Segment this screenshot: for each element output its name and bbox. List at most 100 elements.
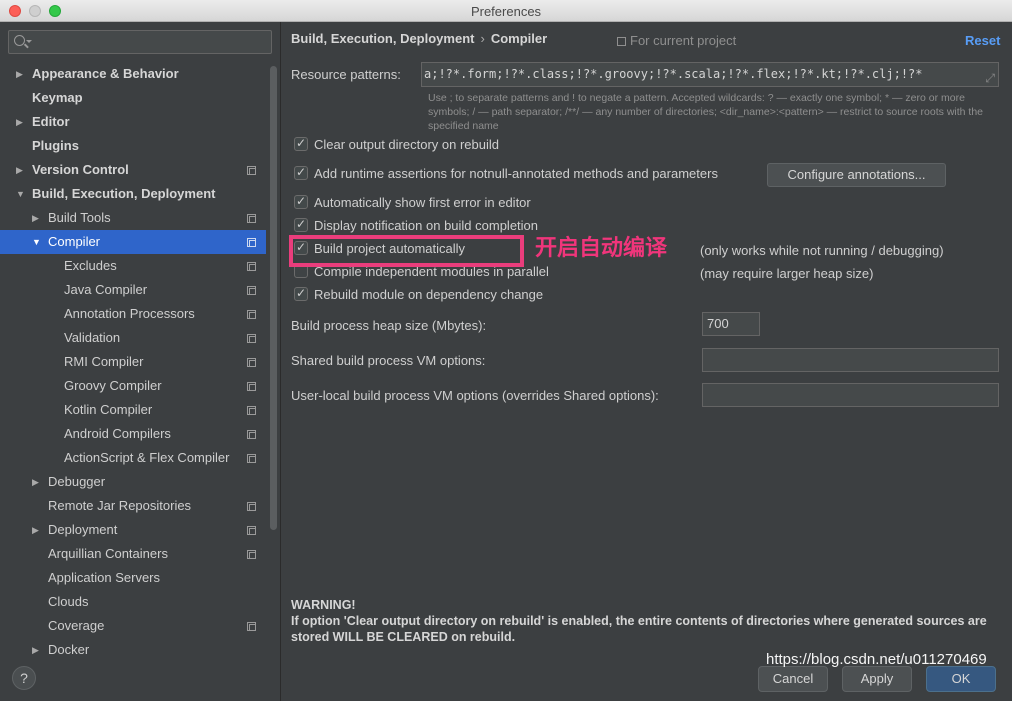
sidebar-item-label: Android Compilers bbox=[64, 426, 171, 441]
user-vm-options-input[interactable] bbox=[702, 383, 999, 407]
display-notification-checkbox[interactable] bbox=[294, 217, 308, 232]
cancel-button[interactable]: Cancel bbox=[758, 666, 828, 692]
add-assertions-checkbox-row[interactable]: Add runtime assertions for notnull-annot… bbox=[294, 165, 718, 186]
sidebar-item-label: Application Servers bbox=[48, 570, 160, 585]
project-scope-icon bbox=[247, 502, 256, 511]
sidebar-item-label: Remote Jar Repositories bbox=[48, 498, 192, 513]
project-scope-icon bbox=[247, 166, 256, 175]
sidebar-item-label: Coverage bbox=[48, 618, 105, 633]
sidebar-item-version-control[interactable]: ▶ Version Control bbox=[0, 158, 266, 182]
collapsed-arrow-icon[interactable]: ▶ bbox=[32, 470, 39, 494]
search-history-dropdown-icon[interactable] bbox=[26, 40, 32, 43]
collapsed-arrow-icon[interactable]: ▶ bbox=[32, 206, 39, 230]
sidebar-item-label: Annotation Processors bbox=[64, 306, 195, 321]
heap-size-label: Build process heap size (Mbytes): bbox=[291, 318, 487, 333]
collapsed-arrow-icon[interactable]: ▶ bbox=[16, 158, 23, 182]
project-scope-icon bbox=[247, 430, 256, 439]
sidebar-item-appearance-behavior[interactable]: ▶ Appearance & Behavior bbox=[0, 62, 266, 86]
sidebar-item-editor[interactable]: ▶ Editor bbox=[0, 110, 266, 134]
sidebar-item-clouds[interactable]: Clouds bbox=[0, 590, 266, 614]
project-scope-icon bbox=[247, 550, 256, 559]
sidebar-item-label: Validation bbox=[64, 330, 121, 345]
sidebar-item-compiler[interactable]: ▼ Compiler bbox=[0, 230, 266, 254]
rebuild-on-dependency-checkbox[interactable] bbox=[294, 286, 308, 301]
sidebar-item-build-tools[interactable]: ▶ Build Tools bbox=[0, 206, 266, 230]
add-assertions-checkbox[interactable] bbox=[294, 165, 308, 180]
settings-sidebar: ▶ Appearance & Behavior Keymap ▶ Editor Plugi… bbox=[0, 22, 281, 701]
breadcrumb-separator: › bbox=[480, 31, 485, 46]
expanded-arrow-icon[interactable]: ▼ bbox=[16, 182, 25, 206]
compile-parallel-checkbox-row[interactable]: Compile independent modules in parallel bbox=[294, 264, 549, 284]
sidebar-item-actionscript-flex-compiler[interactable]: ActionScript & Flex Compiler bbox=[0, 446, 266, 470]
reset-link[interactable]: Reset bbox=[965, 33, 1000, 48]
sidebar-item-kotlin-compiler[interactable]: Kotlin Compiler bbox=[0, 398, 266, 422]
sidebar-item-label: Plugins bbox=[32, 138, 79, 153]
collapsed-arrow-icon[interactable]: ▶ bbox=[32, 518, 39, 542]
sidebar-item-remote-jar-repositories[interactable]: Remote Jar Repositories bbox=[0, 494, 266, 518]
sidebar-item-label: Arquillian Containers bbox=[48, 546, 168, 561]
settings-search-input[interactable] bbox=[8, 30, 272, 54]
clear-output-label: Clear output directory on rebuild bbox=[314, 137, 499, 152]
sidebar-item-label: ActionScript & Flex Compiler bbox=[64, 450, 230, 465]
project-scope-icon bbox=[247, 358, 256, 367]
compiler-settings-panel: Build, Execution, Deployment › Compiler Fo… bbox=[282, 22, 1012, 701]
rebuild-on-dependency-checkbox-row[interactable]: Rebuild module on dependency change bbox=[294, 286, 544, 307]
sidebar-item-keymap[interactable]: Keymap bbox=[0, 86, 266, 110]
expanded-arrow-icon[interactable]: ▼ bbox=[32, 230, 41, 254]
configure-annotations-button[interactable]: Configure annotations... bbox=[767, 163, 946, 187]
sidebar-item-label: Appearance & Behavior bbox=[32, 66, 179, 81]
annotation-text: 开启自动编译 bbox=[535, 236, 668, 261]
sidebar-item-deployment[interactable]: ▶ Deployment bbox=[0, 518, 266, 542]
project-scope-icon bbox=[247, 382, 256, 391]
window-title: Preferences bbox=[470, 4, 542, 19]
resource-patterns-value: a;!?*.form;!?*.class;!?*.groovy;!?*.scal… bbox=[424, 67, 923, 81]
help-button[interactable]: ? bbox=[12, 666, 36, 690]
project-scope-icon bbox=[247, 454, 256, 463]
sidebar-item-rmi-compiler[interactable]: RMI Compiler bbox=[0, 350, 266, 374]
project-scope-icon bbox=[247, 262, 256, 271]
project-scope-icon bbox=[247, 526, 256, 535]
breadcrumb: Build, Execution, Deployment › Compiler bbox=[291, 31, 547, 46]
sidebar-item-label: Build Tools bbox=[48, 210, 111, 225]
sidebar-item-label: Kotlin Compiler bbox=[64, 402, 153, 417]
resource-patterns-input[interactable]: a;!?*.form;!?*.class;!?*.groovy;!?*.scal… bbox=[421, 62, 999, 87]
sidebar-item-coverage[interactable]: Coverage bbox=[0, 614, 266, 638]
add-assertions-label: Add runtime assertions for notnull-annot… bbox=[314, 166, 718, 181]
show-first-error-checkbox[interactable] bbox=[294, 194, 308, 209]
sidebar-item-arquillian-containers[interactable]: Arquillian Containers bbox=[0, 542, 266, 566]
heap-size-input[interactable]: 700 bbox=[702, 312, 760, 336]
rebuild-on-dependency-label: Rebuild module on dependency change bbox=[314, 287, 544, 302]
show-first-error-checkbox-row[interactable]: Automatically show first error in editor bbox=[294, 194, 531, 215]
sidebar-item-validation[interactable]: Validation bbox=[0, 326, 266, 350]
sidebar-item-plugins[interactable]: Plugins bbox=[0, 134, 266, 158]
clear-output-checkbox[interactable] bbox=[294, 136, 308, 151]
project-scope-icon bbox=[247, 406, 256, 415]
sidebar-item-groovy-compiler[interactable]: Groovy Compiler bbox=[0, 374, 266, 398]
clear-output-checkbox-row[interactable]: Clear output directory on rebuild bbox=[294, 136, 499, 157]
sidebar-scrollbar[interactable] bbox=[270, 66, 277, 530]
sidebar-item-java-compiler[interactable]: Java Compiler bbox=[0, 278, 266, 302]
display-notification-label: Display notification on build completion bbox=[314, 218, 539, 233]
shared-vm-options-label: Shared build process VM options: bbox=[291, 353, 486, 368]
sidebar-item-docker[interactable]: ▶ Docker bbox=[0, 638, 266, 662]
build-automatically-note: (only works while not running / debuggin… bbox=[700, 243, 944, 258]
ok-button[interactable]: OK bbox=[926, 666, 996, 692]
sidebar-item-label: Deployment bbox=[48, 522, 118, 537]
sidebar-item-annotation-processors[interactable]: Annotation Processors bbox=[0, 302, 266, 326]
sidebar-item-label: Editor bbox=[32, 114, 70, 129]
sidebar-item-label: Build, Execution, Deployment bbox=[32, 186, 216, 201]
apply-button[interactable]: Apply bbox=[842, 666, 912, 692]
project-scope-icon bbox=[247, 334, 256, 343]
collapsed-arrow-icon[interactable]: ▶ bbox=[16, 110, 23, 134]
sidebar-item-android-compilers[interactable]: Android Compilers bbox=[0, 422, 266, 446]
warning-message: WARNING! If option 'Clear output directo… bbox=[291, 597, 1001, 645]
sidebar-item-debugger[interactable]: ▶ Debugger bbox=[0, 470, 266, 494]
sidebar-item-build-execution-deployment[interactable]: ▼ Build, Execution, Deployment bbox=[0, 182, 266, 206]
sidebar-item-application-servers[interactable]: Application Servers bbox=[0, 566, 266, 590]
collapsed-arrow-icon[interactable]: ▶ bbox=[16, 62, 23, 86]
sidebar-item-excludes[interactable]: Excludes bbox=[0, 254, 266, 278]
shared-vm-options-input[interactable] bbox=[702, 348, 999, 372]
collapsed-arrow-icon[interactable]: ▶ bbox=[32, 638, 39, 662]
for-current-project-label: For current project bbox=[630, 33, 737, 48]
expand-field-icon[interactable]: ⤢ bbox=[985, 67, 995, 86]
